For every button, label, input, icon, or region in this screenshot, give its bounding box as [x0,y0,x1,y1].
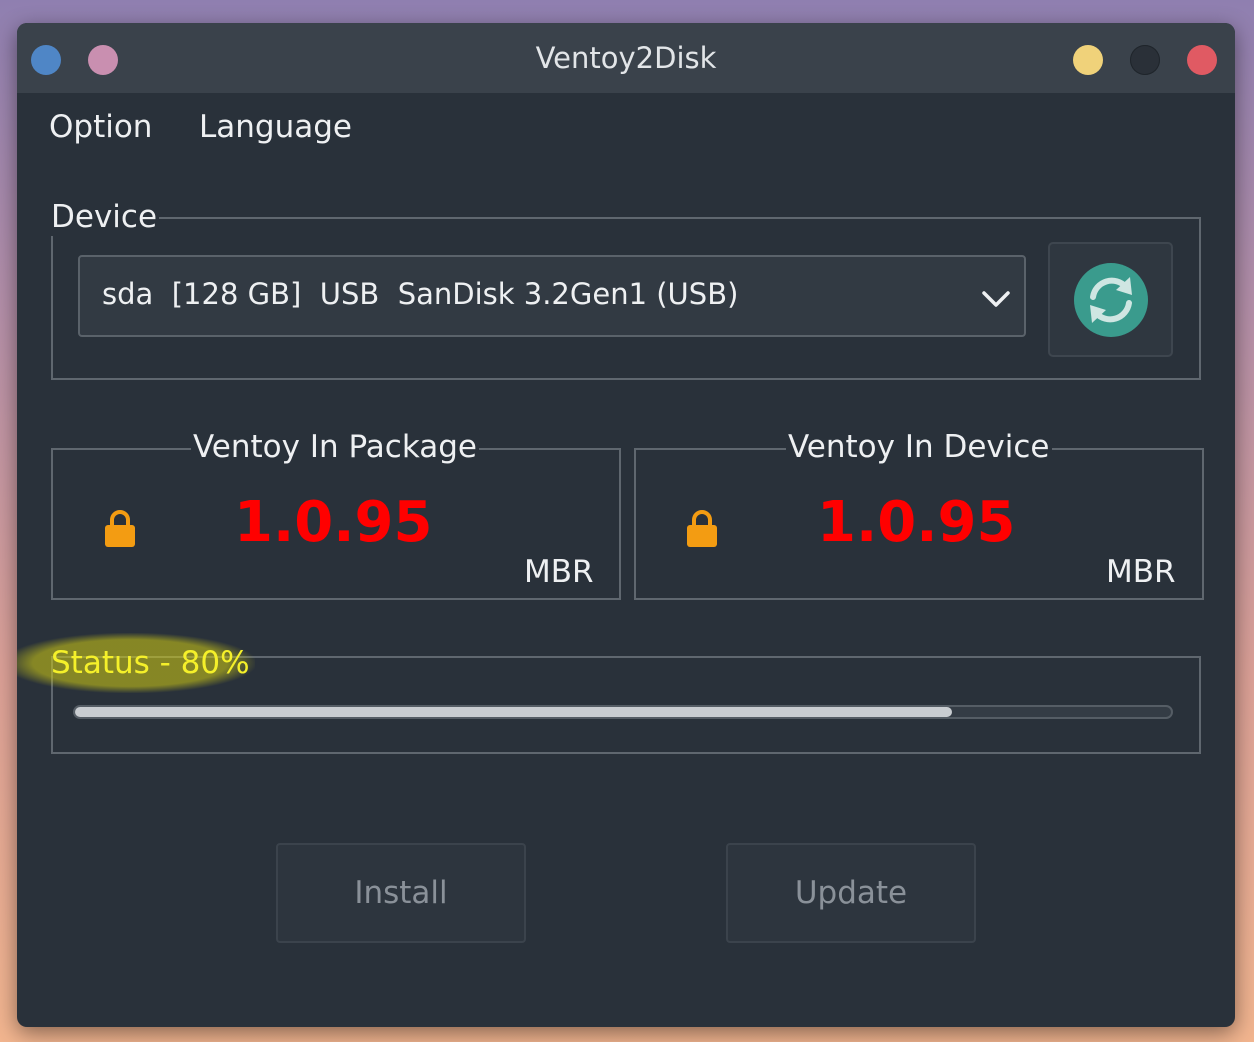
package-version-label: Ventoy In Package [191,428,479,466]
progress-fill [75,707,952,717]
lock-icon [687,510,717,547]
status-text: Status - 80% [51,645,250,681]
maximize-button[interactable] [1130,45,1160,75]
close-button[interactable] [1187,45,1217,75]
lock-icon [105,510,135,547]
package-partition-style: MBR [524,554,594,590]
device-version-value: 1.0.95 [817,490,1016,555]
menu-option[interactable]: Option [49,109,152,145]
install-button[interactable]: Install [276,843,526,943]
menu-bar: Option Language [17,93,1235,163]
update-button[interactable]: Update [726,843,976,943]
refresh-icon [1074,263,1148,337]
package-version-value: 1.0.95 [234,490,433,555]
window-title: Ventoy2Disk [535,41,717,75]
device-version-label: Ventoy In Device [786,428,1052,466]
title-bar: Ventoy2Disk [17,23,1235,93]
device-select[interactable]: sda [128 GB] USB SanDisk 3.2Gen1 (USB) [78,255,1026,337]
ventoy-window: Ventoy2Disk Option Language Device sda [… [17,23,1235,1027]
device-group-label: Device [49,198,160,236]
device-select-value: sda [128 GB] USB SanDisk 3.2Gen1 (USB) [102,277,739,311]
refresh-button[interactable] [1048,242,1173,357]
minimize-button[interactable] [1073,45,1103,75]
menu-language[interactable]: Language [199,109,352,145]
status-label: Status - 80% [17,633,255,693]
progress-bar [73,705,1173,719]
device-partition-style: MBR [1106,554,1176,590]
chevron-down-icon [982,291,1010,307]
